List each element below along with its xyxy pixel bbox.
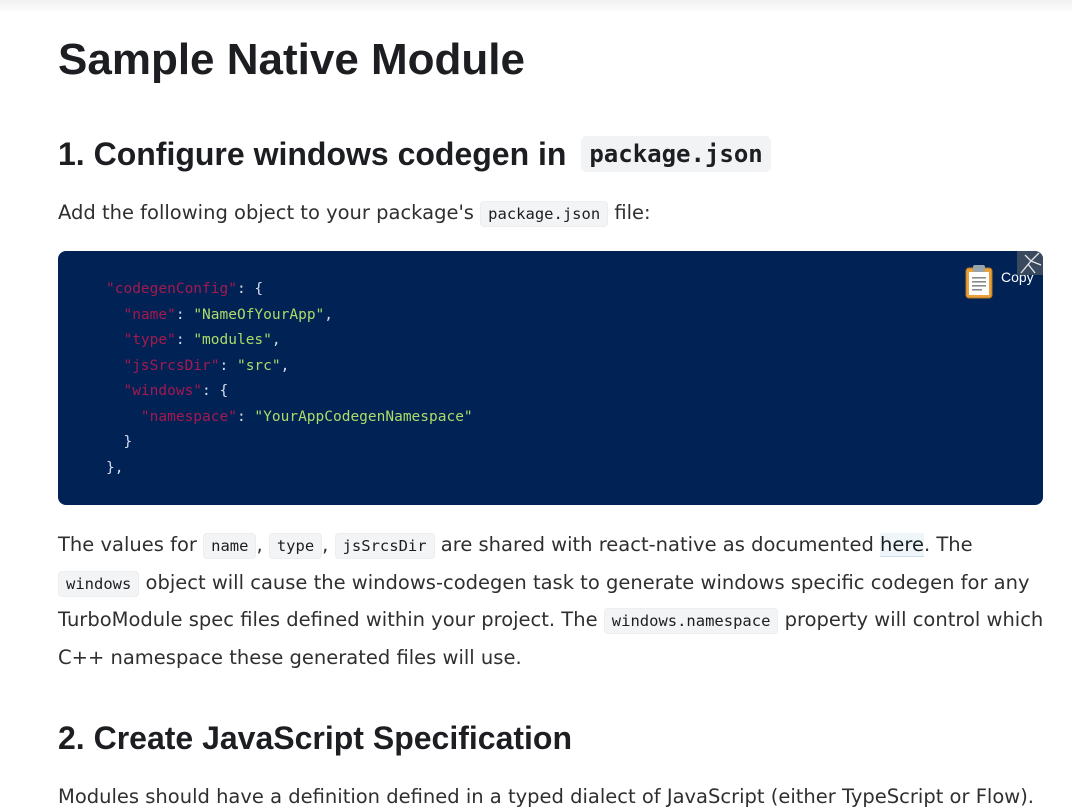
code-block: "codegenConfig": { "name": "NameOfYourAp… bbox=[58, 251, 1043, 505]
code-punct-token bbox=[106, 332, 123, 348]
code-string-token: "YourAppCodegenNamespace" bbox=[254, 408, 473, 425]
code-punct-token: , bbox=[280, 357, 290, 374]
code-line: "codegenConfig": { bbox=[106, 277, 473, 303]
code-key-token: "windows" bbox=[123, 383, 203, 399]
code-punct-token: : bbox=[175, 332, 194, 348]
intro-text: Add the following object to your package… bbox=[58, 201, 474, 224]
intro-paragraph: Add the following object to your package… bbox=[58, 195, 651, 233]
spec-paragraph: Modules should have a definition defined… bbox=[58, 785, 1035, 808]
code-key-token: "jsSrcsDir" bbox=[123, 357, 220, 374]
intro-text-end: file: bbox=[614, 201, 651, 224]
corner-decoration-icon bbox=[1017, 251, 1043, 275]
code-punct-token: }, bbox=[106, 459, 124, 476]
code-line: } bbox=[106, 430, 473, 456]
code-key-token: "name" bbox=[123, 306, 176, 323]
code-line: "jsSrcsDir": "src", bbox=[106, 354, 473, 380]
values-paragraph: The values for name, type, jsSrcsDir are… bbox=[58, 527, 1048, 676]
here-link[interactable]: here bbox=[880, 533, 924, 557]
code-punct-token: , bbox=[324, 306, 334, 323]
code-punct-token bbox=[106, 358, 123, 374]
code-string-token: "modules" bbox=[193, 332, 272, 348]
code-line: "namespace": "YourAppCodegenNamespace" bbox=[106, 405, 473, 431]
code-key-token: "codegenConfig" bbox=[106, 281, 237, 297]
code-line: }, bbox=[106, 456, 473, 482]
code-punct-token: : bbox=[175, 306, 194, 323]
section-heading-text: 1. Configure windows codegen in bbox=[58, 136, 567, 172]
code-key-token: "type" bbox=[123, 332, 176, 348]
section-heading-create-spec: 2. Create JavaScript Specification bbox=[58, 720, 572, 756]
code-punct-token: , bbox=[271, 332, 281, 348]
text: The values for bbox=[58, 533, 197, 556]
text: are shared with react-native as document… bbox=[440, 533, 874, 556]
code-punct-token bbox=[106, 383, 123, 399]
inline-code-windows-namespace: windows.namespace bbox=[603, 608, 779, 634]
text: . The bbox=[923, 533, 973, 556]
inline-code-jssrcsdir: jsSrcsDir bbox=[334, 533, 435, 559]
code-punct-token: : bbox=[219, 357, 237, 374]
code-key-token: "namespace" bbox=[140, 408, 237, 425]
heading-inline-code: package.json bbox=[581, 136, 771, 172]
code-punct-token: } bbox=[106, 434, 133, 450]
code-string-token: "NameOfYourApp" bbox=[193, 306, 325, 323]
code-punct-token: : bbox=[236, 408, 255, 425]
code-punct-token: : { bbox=[236, 281, 264, 297]
section-heading-configure-codegen: 1. Configure windows codegen in package.… bbox=[58, 134, 771, 174]
code-string-token: "src" bbox=[236, 357, 281, 374]
code-content[interactable]: "codegenConfig": { "name": "NameOfYourAp… bbox=[106, 277, 473, 481]
code-line: "type": "modules", bbox=[106, 328, 473, 354]
text: , bbox=[256, 533, 263, 556]
page-title: Sample Native Module bbox=[58, 35, 526, 84]
inline-code-windows: windows bbox=[58, 570, 140, 597]
code-punct-token bbox=[106, 307, 123, 323]
clipboard-icon bbox=[965, 265, 993, 299]
inline-code: package.json bbox=[480, 201, 609, 227]
inline-code-name: name bbox=[203, 533, 257, 559]
top-shadow bbox=[0, 0, 1072, 14]
code-line: "name": "NameOfYourApp", bbox=[106, 303, 473, 329]
inline-code-type: type bbox=[268, 533, 323, 559]
code-punct-token bbox=[106, 409, 141, 425]
text: , bbox=[322, 533, 329, 556]
code-punct-token: : { bbox=[202, 383, 229, 399]
code-line: "windows": { bbox=[106, 379, 473, 405]
